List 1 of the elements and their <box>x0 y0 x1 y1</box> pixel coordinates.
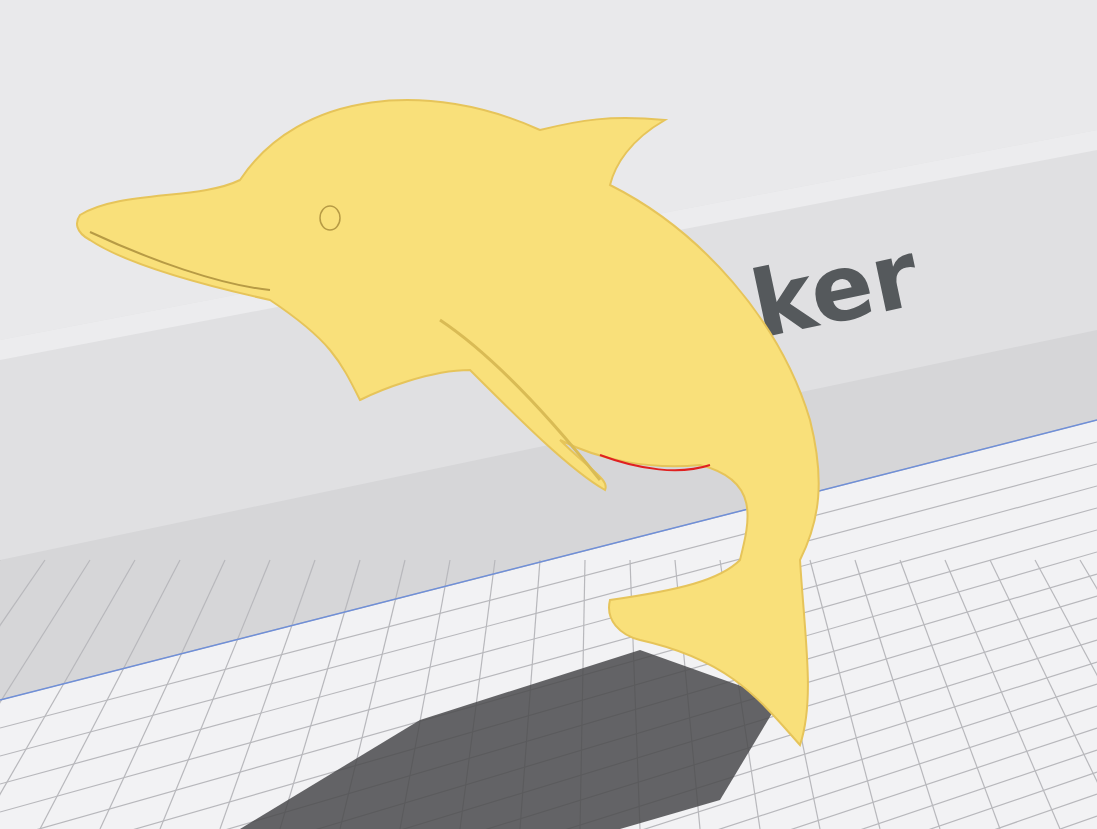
logo-text: ker <box>742 220 928 360</box>
